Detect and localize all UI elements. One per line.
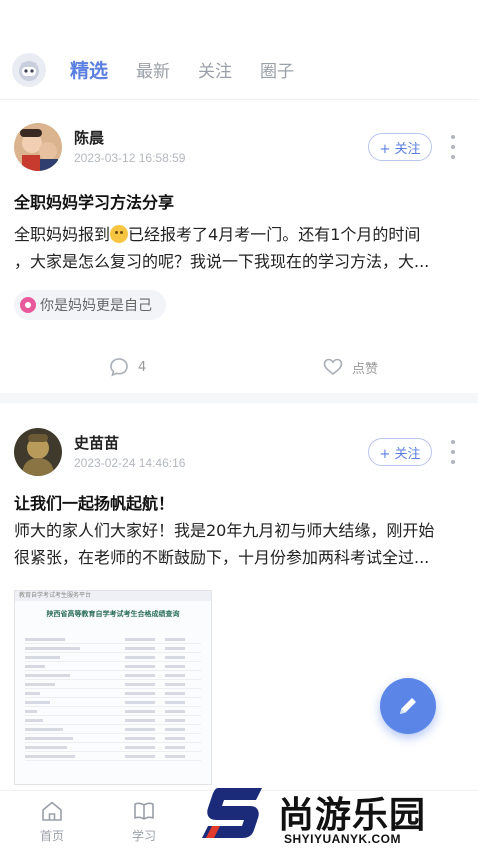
thumb-row <box>25 716 201 725</box>
tab-featured[interactable]: 精选 <box>70 56 108 83</box>
nav-home[interactable]: 首页 <box>22 799 82 844</box>
thumb-row <box>25 752 201 761</box>
more-options-icon[interactable] <box>448 135 458 159</box>
thumb-row <box>25 689 201 698</box>
post-author-row: 史苗苗 2023-02-24 14:46:16 + 关注 <box>0 420 478 480</box>
user-avatar[interactable] <box>12 52 46 87</box>
thumb-row <box>25 635 201 644</box>
watermark-text: 尚游乐园 <box>278 795 427 836</box>
post-card[interactable]: 陈晨 2023-03-12 16:58:59 + 关注 全职妈妈学习方法分享 全… <box>0 115 478 377</box>
robot-avatar-icon <box>19 60 39 81</box>
post-timestamp: 2023-03-12 16:58:59 <box>74 151 186 165</box>
comment-count[interactable]: 4 <box>108 356 146 378</box>
thumb-row <box>25 680 201 689</box>
thumb-row <box>25 644 201 653</box>
top-tab-bar: 精选 最新 关注 圈子 <box>0 40 478 100</box>
compose-post-button[interactable] <box>380 678 436 734</box>
post-timestamp: 2023-02-24 14:46:16 <box>74 456 186 470</box>
follow-button[interactable]: + 关注 <box>368 133 432 161</box>
topic-tag[interactable]: 你是妈妈更是自己 <box>14 290 166 320</box>
post-card[interactable]: 史苗苗 2023-02-24 14:46:16 + 关注 让我们一起扬帆起航！ … <box>0 420 478 567</box>
thumb-row <box>25 698 201 707</box>
thumb-banner: 陕西省高等教育自学考试考生合格成绩查询 <box>46 610 180 618</box>
nav-study[interactable]: 学习 <box>114 799 174 844</box>
like-label: 点赞 <box>352 361 379 377</box>
post-title[interactable]: 让我们一起扬帆起航！ <box>14 490 174 514</box>
thumb-row <box>25 662 201 671</box>
author-name[interactable]: 陈晨 <box>74 127 104 148</box>
pencil-icon <box>400 698 416 714</box>
post-body-text: 全职妈妈报到 <box>14 225 111 244</box>
post-body[interactable]: 师大的家人们大家好！我是20年九月初与师大结缘，刚开始 很紧张，在老师的不断鼓励… <box>14 517 466 571</box>
post-separator <box>0 393 478 403</box>
author-avatar[interactable] <box>14 428 62 476</box>
like-button[interactable]: 点赞 <box>322 356 378 378</box>
thumb-header: 教育自学考试考生服务平台 <box>15 591 211 601</box>
post-body-text: 师大的家人们大家好！我是20年九月初与师大结缘，刚开始 <box>14 521 435 540</box>
author-avatar[interactable] <box>14 123 62 171</box>
heart-icon <box>323 358 343 376</box>
thumb-row <box>25 707 201 716</box>
tab-latest[interactable]: 最新 <box>136 57 170 82</box>
nav-study-label: 学习 <box>131 829 156 843</box>
thumb-row <box>25 725 201 734</box>
post-body-text: 已经报考了4月考一门。还有1个月的时间 <box>128 225 421 244</box>
site-watermark: 尚游乐园 SHYIYUANYK.COM <box>198 780 478 850</box>
author-name[interactable]: 史苗苗 <box>74 432 119 453</box>
thumb-row <box>25 671 201 680</box>
topic-label: 你是妈妈更是自己 <box>40 298 152 314</box>
watermark-logo-icon <box>202 788 262 838</box>
watermark-url: SHYIYUANYK.COM <box>284 832 402 846</box>
tab-circles[interactable]: 圈子 <box>260 57 294 82</box>
comment-count-label: 4 <box>138 359 147 375</box>
follow-button[interactable]: + 关注 <box>368 438 432 466</box>
post-image[interactable]: 教育自学考试考生服务平台 陕西省高等教育自学考试考生合格成绩查询 <box>14 590 212 785</box>
home-icon <box>42 801 62 821</box>
post-author-row: 陈晨 2023-03-12 16:58:59 + 关注 <box>0 115 478 175</box>
topic-icon <box>20 297 36 313</box>
book-icon <box>134 802 154 820</box>
post-body-text: ，大家是怎么复习的呢？我说一下我现在的学习方法，大... <box>14 252 430 271</box>
thumb-row <box>25 734 201 743</box>
more-options-icon[interactable] <box>448 440 458 464</box>
nav-home-label: 首页 <box>39 829 64 843</box>
author-photo-icon <box>14 428 62 476</box>
smile-emoji-icon <box>110 225 129 243</box>
post-body[interactable]: 全职妈妈报到 已经报考了4月考一门。还有1个月的时间 ，大家是怎么复习的呢？我说一… <box>14 221 466 275</box>
thumb-row <box>25 653 201 662</box>
post-title[interactable]: 全职妈妈学习方法分享 <box>14 189 174 213</box>
tab-following[interactable]: 关注 <box>198 57 232 82</box>
post-body-text: 很紧张，在老师的不断鼓励下，十月份参加两科考试全过... <box>14 548 430 567</box>
thumb-row <box>25 743 201 752</box>
author-photo-icon <box>14 123 62 171</box>
comment-icon <box>110 358 128 377</box>
